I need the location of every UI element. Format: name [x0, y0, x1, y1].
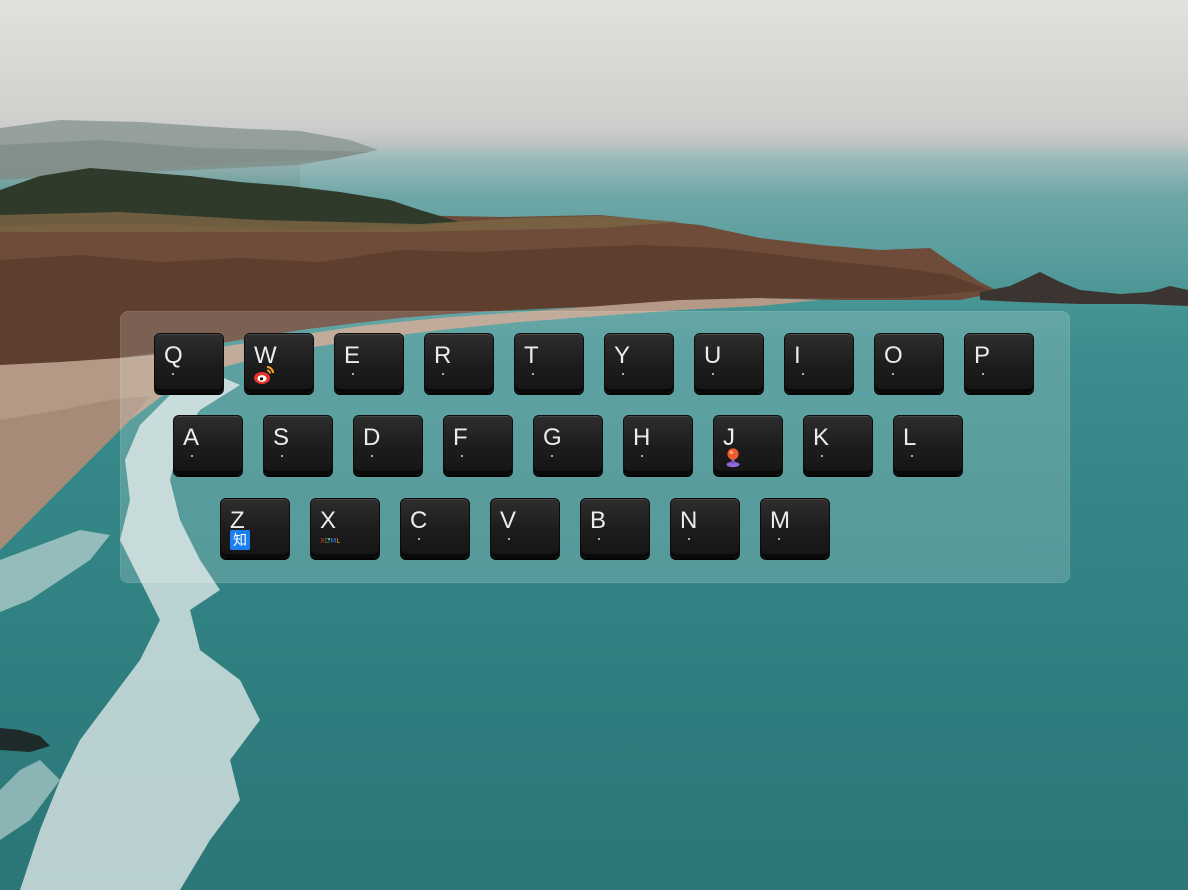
key-u[interactable]: U — [694, 333, 764, 393]
key-indicator-dot — [442, 373, 444, 375]
key-p[interactable]: P — [964, 333, 1034, 393]
key-indicator-dot — [622, 373, 624, 375]
key-indicator-dot — [508, 538, 510, 540]
key-indicator-dot — [461, 455, 463, 457]
key-label: S — [273, 424, 290, 451]
key-label: O — [884, 342, 903, 369]
key-label: R — [434, 342, 452, 369]
key-label: E — [344, 342, 361, 369]
key-indicator-dot — [911, 455, 913, 457]
key-h[interactable]: H — [623, 415, 693, 475]
key-label: F — [453, 424, 468, 451]
key-indicator-dot — [191, 455, 193, 457]
desktop-background: Q W E R T Y U I O P A S D F G H J K L Z 知 X XDML C V B N … — [0, 0, 1188, 890]
juejin-pin-icon — [722, 446, 744, 468]
key-indicator-dot — [802, 373, 804, 375]
key-o[interactable]: O — [874, 333, 944, 393]
key-indicator-dot — [352, 373, 354, 375]
key-q[interactable]: Q — [154, 333, 224, 393]
key-j[interactable]: J — [713, 415, 783, 475]
key-a[interactable]: A — [173, 415, 243, 475]
key-b[interactable]: B — [580, 498, 650, 558]
key-indicator-dot — [598, 538, 600, 540]
key-label: C — [410, 507, 428, 534]
key-label: Y — [614, 342, 631, 369]
key-indicator-dot — [418, 538, 420, 540]
weibo-icon — [253, 364, 275, 386]
key-indicator-dot — [532, 373, 534, 375]
key-indicator-dot — [778, 538, 780, 540]
key-label: I — [794, 342, 801, 369]
key-x[interactable]: X XDML — [310, 498, 380, 558]
key-i[interactable]: I — [784, 333, 854, 393]
key-z[interactable]: Z 知 — [220, 498, 290, 558]
key-indicator-dot — [371, 455, 373, 457]
key-indicator-dot — [982, 373, 984, 375]
key-label: A — [183, 424, 200, 451]
key-label: Q — [164, 342, 183, 369]
key-y[interactable]: Y — [604, 333, 674, 393]
key-e[interactable]: E — [334, 333, 404, 393]
key-n[interactable]: N — [670, 498, 740, 558]
key-label: P — [974, 342, 991, 369]
key-g[interactable]: G — [533, 415, 603, 475]
key-label: H — [633, 424, 651, 451]
key-f[interactable]: F — [443, 415, 513, 475]
key-label: B — [590, 507, 607, 534]
key-label: D — [363, 424, 381, 451]
key-t[interactable]: T — [514, 333, 584, 393]
svg-text:知: 知 — [233, 532, 247, 549]
key-indicator-dot — [892, 373, 894, 375]
key-label: K — [813, 424, 830, 451]
key-indicator-dot — [712, 373, 714, 375]
svg-text:XDML: XDML — [320, 537, 340, 545]
xdml-logo-icon: XDML — [319, 529, 341, 551]
key-label: M — [770, 507, 790, 534]
key-indicator-dot — [688, 538, 690, 540]
key-w[interactable]: W — [244, 333, 314, 393]
key-indicator-dot — [172, 373, 174, 375]
key-label: N — [680, 507, 698, 534]
key-label: G — [543, 424, 562, 451]
key-label: U — [704, 342, 722, 369]
zhihu-icon: 知 — [229, 529, 251, 551]
key-label: V — [500, 507, 517, 534]
key-m[interactable]: M — [760, 498, 830, 558]
key-s[interactable]: S — [263, 415, 333, 475]
key-label: T — [524, 342, 539, 369]
key-r[interactable]: R — [424, 333, 494, 393]
key-c[interactable]: C — [400, 498, 470, 558]
key-label: L — [903, 424, 917, 451]
key-indicator-dot — [821, 455, 823, 457]
key-l[interactable]: L — [893, 415, 963, 475]
key-indicator-dot — [281, 455, 283, 457]
key-indicator-dot — [641, 455, 643, 457]
key-k[interactable]: K — [803, 415, 873, 475]
keyboard-panel: Q W E R T Y U I O P A S D F G H J K L Z 知 X XDML C V B N … — [120, 311, 1070, 583]
key-d[interactable]: D — [353, 415, 423, 475]
key-indicator-dot — [551, 455, 553, 457]
key-v[interactable]: V — [490, 498, 560, 558]
